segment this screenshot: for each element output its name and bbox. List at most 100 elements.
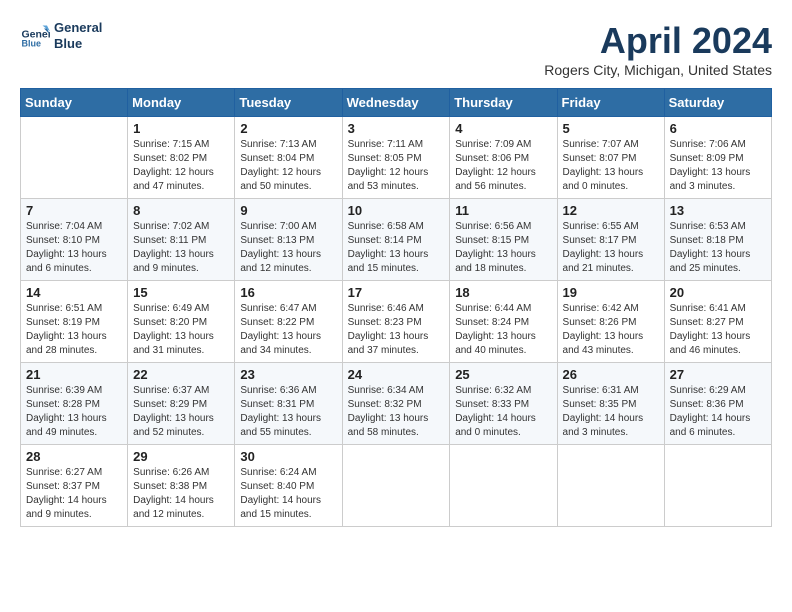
day-number: 25 xyxy=(455,367,551,382)
weekday-header: Saturday xyxy=(664,89,771,117)
day-info: Sunrise: 6:55 AMSunset: 8:17 PMDaylight:… xyxy=(563,220,659,276)
calendar-cell: 11 Sunrise: 6:56 AMSunset: 8:15 PMDaylig… xyxy=(450,199,557,281)
day-info: Sunrise: 6:36 AMSunset: 8:31 PMDaylight:… xyxy=(240,384,336,440)
calendar-cell xyxy=(557,445,664,527)
day-number: 21 xyxy=(26,367,122,382)
calendar-week-row: 1 Sunrise: 7:15 AMSunset: 8:02 PMDayligh… xyxy=(21,117,772,199)
day-number: 20 xyxy=(670,285,766,300)
calendar-cell: 29 Sunrise: 6:26 AMSunset: 8:38 PMDaylig… xyxy=(128,445,235,527)
calendar-cell: 12 Sunrise: 6:55 AMSunset: 8:17 PMDaylig… xyxy=(557,199,664,281)
day-info: Sunrise: 7:04 AMSunset: 8:10 PMDaylight:… xyxy=(26,220,122,276)
day-info: Sunrise: 7:13 AMSunset: 8:04 PMDaylight:… xyxy=(240,138,336,194)
calendar-cell: 15 Sunrise: 6:49 AMSunset: 8:20 PMDaylig… xyxy=(128,281,235,363)
day-info: Sunrise: 6:42 AMSunset: 8:26 PMDaylight:… xyxy=(563,302,659,358)
calendar-cell: 5 Sunrise: 7:07 AMSunset: 8:07 PMDayligh… xyxy=(557,117,664,199)
calendar-cell: 27 Sunrise: 6:29 AMSunset: 8:36 PMDaylig… xyxy=(664,363,771,445)
calendar-cell: 22 Sunrise: 6:37 AMSunset: 8:29 PMDaylig… xyxy=(128,363,235,445)
calendar-table: SundayMondayTuesdayWednesdayThursdayFrid… xyxy=(20,88,772,527)
day-number: 3 xyxy=(348,121,445,136)
calendar-cell: 18 Sunrise: 6:44 AMSunset: 8:24 PMDaylig… xyxy=(450,281,557,363)
day-info: Sunrise: 7:00 AMSunset: 8:13 PMDaylight:… xyxy=(240,220,336,276)
location: Rogers City, Michigan, United States xyxy=(544,62,772,78)
day-number: 5 xyxy=(563,121,659,136)
calendar-cell: 16 Sunrise: 6:47 AMSunset: 8:22 PMDaylig… xyxy=(235,281,342,363)
day-info: Sunrise: 6:37 AMSunset: 8:29 PMDaylight:… xyxy=(133,384,229,440)
calendar-cell: 14 Sunrise: 6:51 AMSunset: 8:19 PMDaylig… xyxy=(21,281,128,363)
weekday-header: Monday xyxy=(128,89,235,117)
day-number: 6 xyxy=(670,121,766,136)
day-number: 18 xyxy=(455,285,551,300)
day-number: 12 xyxy=(563,203,659,218)
day-number: 8 xyxy=(133,203,229,218)
calendar-cell: 23 Sunrise: 6:36 AMSunset: 8:31 PMDaylig… xyxy=(235,363,342,445)
svg-text:Blue: Blue xyxy=(22,38,42,48)
weekday-header: Thursday xyxy=(450,89,557,117)
day-number: 24 xyxy=(348,367,445,382)
day-number: 13 xyxy=(670,203,766,218)
calendar-cell: 30 Sunrise: 6:24 AMSunset: 8:40 PMDaylig… xyxy=(235,445,342,527)
weekday-header: Wednesday xyxy=(342,89,450,117)
calendar-week-row: 21 Sunrise: 6:39 AMSunset: 8:28 PMDaylig… xyxy=(21,363,772,445)
day-number: 15 xyxy=(133,285,229,300)
logo: General Blue General Blue xyxy=(20,20,102,51)
title-block: April 2024 Rogers City, Michigan, United… xyxy=(544,20,772,78)
day-number: 26 xyxy=(563,367,659,382)
calendar-cell: 2 Sunrise: 7:13 AMSunset: 8:04 PMDayligh… xyxy=(235,117,342,199)
day-info: Sunrise: 6:47 AMSunset: 8:22 PMDaylight:… xyxy=(240,302,336,358)
calendar-cell xyxy=(21,117,128,199)
day-number: 4 xyxy=(455,121,551,136)
day-info: Sunrise: 6:46 AMSunset: 8:23 PMDaylight:… xyxy=(348,302,445,358)
calendar-cell: 19 Sunrise: 6:42 AMSunset: 8:26 PMDaylig… xyxy=(557,281,664,363)
day-info: Sunrise: 6:32 AMSunset: 8:33 PMDaylight:… xyxy=(455,384,551,440)
day-number: 28 xyxy=(26,449,122,464)
day-info: Sunrise: 6:44 AMSunset: 8:24 PMDaylight:… xyxy=(455,302,551,358)
day-number: 27 xyxy=(670,367,766,382)
day-number: 16 xyxy=(240,285,336,300)
calendar-cell xyxy=(664,445,771,527)
calendar-cell: 26 Sunrise: 6:31 AMSunset: 8:35 PMDaylig… xyxy=(557,363,664,445)
calendar-cell: 24 Sunrise: 6:34 AMSunset: 8:32 PMDaylig… xyxy=(342,363,450,445)
calendar-week-row: 14 Sunrise: 6:51 AMSunset: 8:19 PMDaylig… xyxy=(21,281,772,363)
weekday-header: Friday xyxy=(557,89,664,117)
day-info: Sunrise: 7:11 AMSunset: 8:05 PMDaylight:… xyxy=(348,138,445,194)
day-info: Sunrise: 6:29 AMSunset: 8:36 PMDaylight:… xyxy=(670,384,766,440)
calendar-cell: 17 Sunrise: 6:46 AMSunset: 8:23 PMDaylig… xyxy=(342,281,450,363)
day-number: 7 xyxy=(26,203,122,218)
day-info: Sunrise: 6:27 AMSunset: 8:37 PMDaylight:… xyxy=(26,466,122,522)
day-number: 2 xyxy=(240,121,336,136)
day-info: Sunrise: 6:24 AMSunset: 8:40 PMDaylight:… xyxy=(240,466,336,522)
day-number: 19 xyxy=(563,285,659,300)
calendar-cell: 1 Sunrise: 7:15 AMSunset: 8:02 PMDayligh… xyxy=(128,117,235,199)
day-number: 22 xyxy=(133,367,229,382)
day-info: Sunrise: 6:39 AMSunset: 8:28 PMDaylight:… xyxy=(26,384,122,440)
day-info: Sunrise: 6:53 AMSunset: 8:18 PMDaylight:… xyxy=(670,220,766,276)
day-number: 30 xyxy=(240,449,336,464)
calendar-cell: 25 Sunrise: 6:32 AMSunset: 8:33 PMDaylig… xyxy=(450,363,557,445)
calendar-cell xyxy=(342,445,450,527)
weekday-header: Sunday xyxy=(21,89,128,117)
page-header: General Blue General Blue April 2024 Rog… xyxy=(20,20,772,78)
month-title: April 2024 xyxy=(544,20,772,62)
logo-line2: Blue xyxy=(54,36,102,52)
calendar-week-row: 7 Sunrise: 7:04 AMSunset: 8:10 PMDayligh… xyxy=(21,199,772,281)
day-number: 10 xyxy=(348,203,445,218)
day-number: 14 xyxy=(26,285,122,300)
calendar-cell: 10 Sunrise: 6:58 AMSunset: 8:14 PMDaylig… xyxy=(342,199,450,281)
day-info: Sunrise: 6:26 AMSunset: 8:38 PMDaylight:… xyxy=(133,466,229,522)
day-number: 9 xyxy=(240,203,336,218)
calendar-cell: 6 Sunrise: 7:06 AMSunset: 8:09 PMDayligh… xyxy=(664,117,771,199)
day-info: Sunrise: 6:41 AMSunset: 8:27 PMDaylight:… xyxy=(670,302,766,358)
day-info: Sunrise: 6:56 AMSunset: 8:15 PMDaylight:… xyxy=(455,220,551,276)
day-info: Sunrise: 6:49 AMSunset: 8:20 PMDaylight:… xyxy=(133,302,229,358)
calendar-cell: 3 Sunrise: 7:11 AMSunset: 8:05 PMDayligh… xyxy=(342,117,450,199)
calendar-cell: 20 Sunrise: 6:41 AMSunset: 8:27 PMDaylig… xyxy=(664,281,771,363)
logo-icon: General Blue xyxy=(20,21,50,51)
weekday-header: Tuesday xyxy=(235,89,342,117)
calendar-cell: 8 Sunrise: 7:02 AMSunset: 8:11 PMDayligh… xyxy=(128,199,235,281)
calendar-cell: 28 Sunrise: 6:27 AMSunset: 8:37 PMDaylig… xyxy=(21,445,128,527)
calendar-cell: 13 Sunrise: 6:53 AMSunset: 8:18 PMDaylig… xyxy=(664,199,771,281)
calendar-cell xyxy=(450,445,557,527)
day-number: 29 xyxy=(133,449,229,464)
day-number: 17 xyxy=(348,285,445,300)
logo-text: General Blue xyxy=(54,20,102,51)
